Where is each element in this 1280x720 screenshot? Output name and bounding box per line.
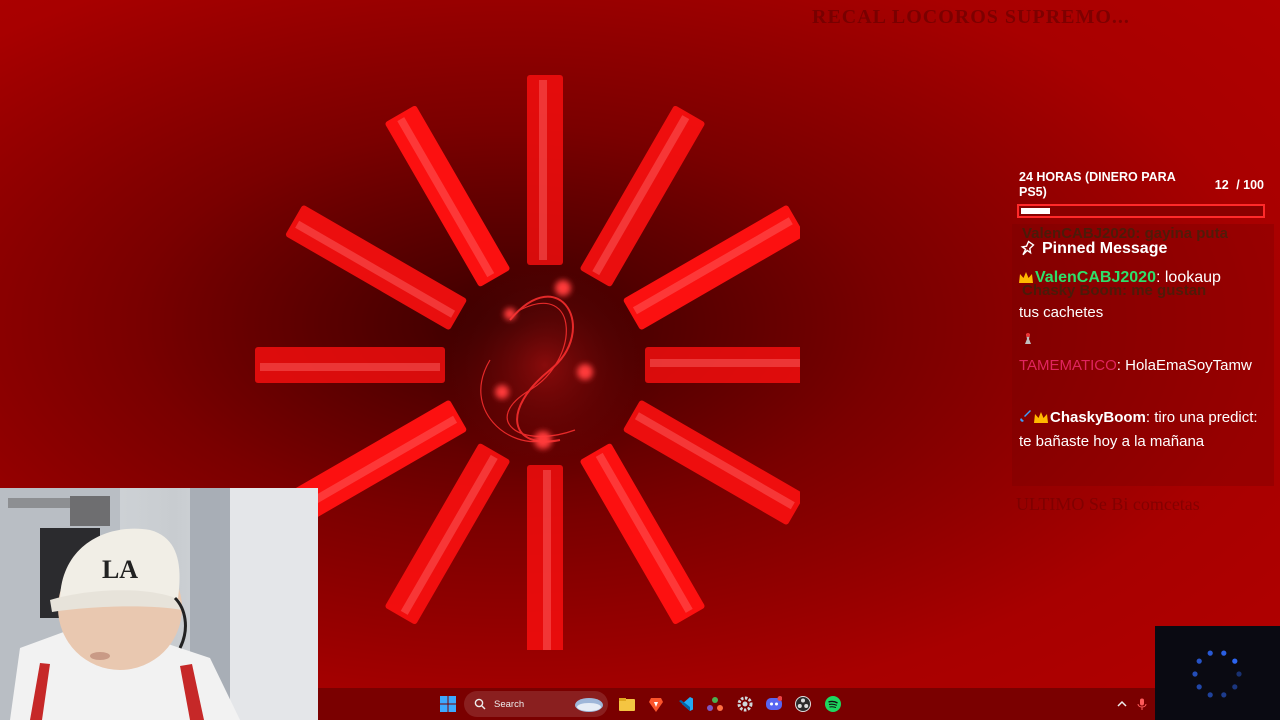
svg-text:LA: LA bbox=[102, 555, 138, 584]
streamer-portrait: LA bbox=[0, 488, 318, 720]
spinner-bar-highlight bbox=[650, 359, 800, 367]
blue-loader-dot bbox=[1232, 658, 1238, 664]
goal-progress-fill bbox=[1021, 208, 1050, 214]
spinner-core bbox=[425, 245, 665, 485]
chat-message: tus cachetes bbox=[1019, 301, 1273, 325]
chat-text: tus cachetes bbox=[1019, 304, 1104, 321]
blue-loader-dot bbox=[1221, 650, 1227, 656]
blue-loader-dot bbox=[1207, 650, 1213, 656]
chat-overlay: ValenCABJ2020: gayina puta Chasky Boom: … bbox=[1012, 224, 1274, 486]
sword-badge-icon bbox=[1020, 410, 1031, 422]
search-icon bbox=[474, 698, 486, 710]
discord-icon[interactable] bbox=[766, 696, 782, 712]
blue-loading-icon bbox=[1192, 650, 1242, 698]
blue-loader-dot bbox=[1221, 692, 1227, 698]
chat-username: ChaskyBoom bbox=[1050, 409, 1146, 426]
spinner-bar-highlight bbox=[543, 470, 551, 650]
obs-icon[interactable] bbox=[795, 696, 811, 712]
stream-screen: RECAL LOCOROS SUPREMO... 24 HORAS (DINER… bbox=[0, 0, 1280, 720]
crown-badge-icon bbox=[1034, 412, 1048, 423]
webcam-feed: LA bbox=[0, 488, 318, 720]
windows-taskbar: Search bbox=[318, 688, 1280, 720]
crown-badge-icon bbox=[1019, 272, 1033, 283]
chat-username: TAMEMATICO bbox=[1019, 357, 1117, 374]
spinner-bar-highlight bbox=[634, 412, 795, 510]
spinner-bar-highlight bbox=[632, 217, 793, 315]
blue-loader-dot bbox=[1232, 684, 1238, 690]
pinned-label: Pinned Message bbox=[1042, 240, 1168, 257]
spinner-bar-highlight bbox=[295, 220, 456, 318]
chat-text: : lookaup bbox=[1155, 269, 1221, 286]
spinner-bar-highlight bbox=[260, 363, 440, 371]
spotify-icon[interactable] bbox=[825, 696, 841, 712]
blue-loader-dot bbox=[1196, 684, 1202, 690]
donation-goal-widget: 24 HORAS (DINERO PARA PS5) 12 / 100 bbox=[1016, 168, 1266, 220]
search-placeholder: Search bbox=[494, 698, 525, 710]
background-faded-text: ULTIMO Se Bi comcetas bbox=[1016, 494, 1200, 514]
settings-icon[interactable] bbox=[737, 696, 753, 712]
chat-text: : HolaEmaSoyTamw bbox=[1116, 357, 1252, 374]
blue-loader-dot bbox=[1236, 671, 1242, 677]
pin-icon bbox=[1020, 240, 1035, 256]
blue-loader-dot bbox=[1192, 671, 1198, 677]
chat-message: ChaskyBoom: tiro una predict: te bañaste… bbox=[1019, 406, 1273, 454]
background-ticker-text: RECAL LOCOROS SUPREMO... bbox=[812, 6, 1130, 28]
search-highlight-icon bbox=[575, 698, 603, 712]
goal-progress-bar bbox=[1017, 204, 1265, 218]
blue-loader-dot bbox=[1207, 692, 1213, 698]
brave-browser-icon[interactable] bbox=[648, 696, 664, 712]
spinner-bar-highlight bbox=[592, 115, 690, 276]
chevron-up-icon[interactable] bbox=[1116, 698, 1128, 710]
pinned-message: ValenCABJ2020: lookaup bbox=[1019, 266, 1273, 290]
spinner-bar-highlight bbox=[595, 452, 693, 613]
taskbar-search-box[interactable]: Search bbox=[464, 691, 608, 717]
spinner-bar-highlight bbox=[297, 415, 458, 513]
chat-message: TAMEMATICO: HolaEmaSoyTamw bbox=[1019, 354, 1273, 378]
network-tool-icon[interactable] bbox=[707, 696, 723, 712]
spinner-bar-highlight bbox=[397, 117, 495, 278]
microphone-icon[interactable] bbox=[1136, 698, 1148, 710]
spinner-bar-highlight bbox=[400, 454, 498, 615]
windows-start-icon[interactable] bbox=[440, 696, 456, 712]
goal-target: / 100 bbox=[1236, 178, 1264, 192]
overlay-panel bbox=[1155, 626, 1280, 720]
pinned-message-header: Pinned Message bbox=[1018, 240, 1167, 258]
goal-count: 12 / 100 bbox=[1211, 178, 1264, 192]
emote-icon bbox=[1025, 333, 1031, 344]
vscode-icon[interactable] bbox=[678, 696, 694, 712]
spinner-bar-highlight bbox=[539, 80, 547, 260]
goal-title: 24 HORAS (DINERO PARA PS5) bbox=[1019, 170, 1176, 199]
file-explorer-icon[interactable] bbox=[619, 696, 635, 712]
goal-current: 12 bbox=[1214, 178, 1229, 192]
chat-username: ValenCABJ2020 bbox=[1035, 269, 1156, 286]
blue-loader-dot bbox=[1196, 658, 1202, 664]
